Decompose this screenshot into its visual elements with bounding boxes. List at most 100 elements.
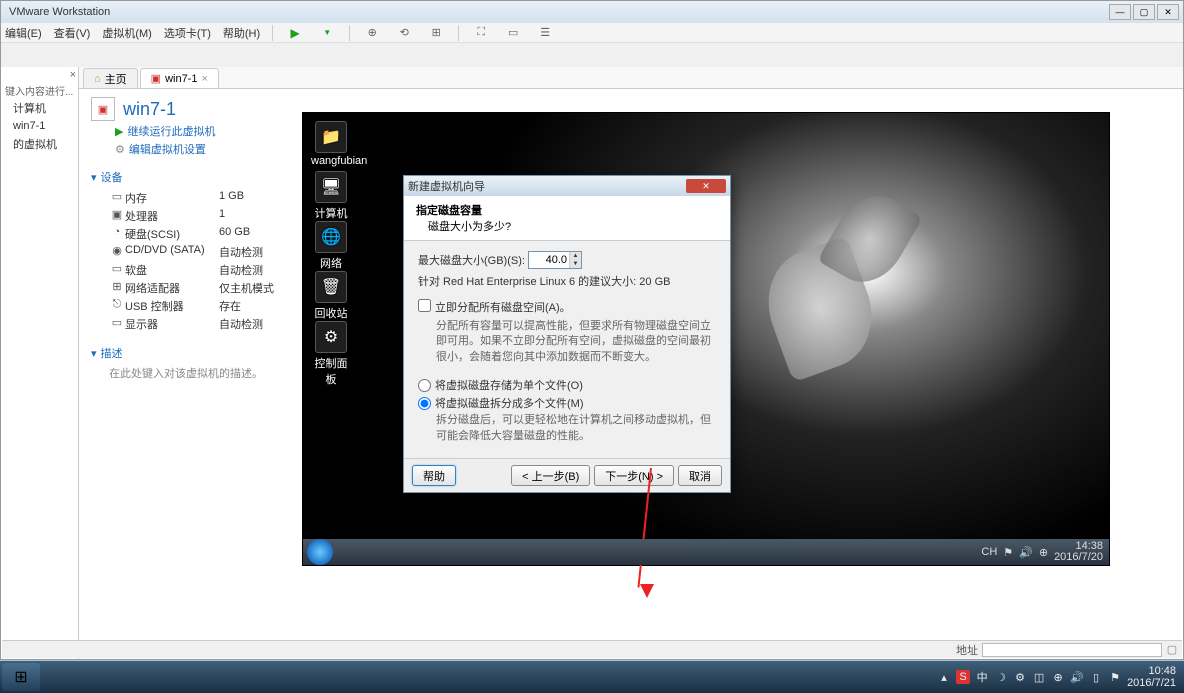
recycle-icon: 🗑 [315, 271, 347, 303]
floppy-icon: ▭ [109, 262, 125, 278]
wizard-heading: 指定磁盘容量 [416, 202, 718, 218]
tray-ime-icon[interactable]: S [956, 670, 970, 684]
control-panel-icon: ⚙ [315, 321, 347, 353]
back-button[interactable]: < 上一步(B) [511, 465, 590, 486]
tab-label: 主页 [105, 71, 127, 87]
fullscreen-button[interactable]: ⛶ [471, 23, 491, 43]
vm-cube-icon: ▣ [91, 97, 115, 121]
menu-vm[interactable]: 虚拟机(M) [102, 25, 152, 41]
host-tray: ▴ S 中 ☽ ⚙ ◫ ⊕ 🔊 ▯ ⚑ 10:48 2016/7/21 [937, 665, 1184, 689]
tree-item-shared[interactable]: 的虚拟机 [5, 134, 74, 154]
tab-strip: ⌂ 主页 ▣ win7-1 × [79, 67, 1183, 89]
network-icon: ⊞ [109, 280, 125, 296]
cancel-button[interactable]: 取消 [678, 465, 722, 486]
tray-gear-icon[interactable]: ⚙ [1013, 670, 1027, 684]
guest-tray-net-icon[interactable]: ⊕ [1039, 546, 1048, 559]
tray-lang-icon[interactable]: 中 [975, 670, 989, 684]
dropdown-icon[interactable]: ▼ [317, 23, 337, 43]
guest-tray-flag-icon[interactable]: ⚑ [1003, 546, 1013, 559]
store-multi-radio[interactable]: 将虚拟磁盘拆分成多个文件(M) [418, 395, 716, 411]
tray-flag-icon[interactable]: ⚑ [1108, 670, 1122, 684]
wizard-close-button[interactable]: ✕ [686, 179, 726, 193]
tab-close-icon[interactable]: × [201, 73, 207, 85]
spinner-arrows: ▲ ▼ [569, 252, 581, 268]
vm-name: win7-1 [123, 99, 176, 120]
tree-item-computer[interactable]: 计算机 [5, 98, 74, 118]
desktop-icon-recycle[interactable]: 🗑回收站 [311, 271, 351, 321]
disk-size-label: 最大磁盘大小(GB)(S): [418, 252, 528, 268]
revert-button[interactable]: ⟲ [394, 23, 414, 43]
host-clock[interactable]: 10:48 2016/7/21 [1127, 665, 1176, 689]
maximize-panel-icon[interactable]: ▢ [1162, 643, 1182, 656]
tab-home[interactable]: ⌂ 主页 [83, 68, 138, 88]
sidebar-search-hint[interactable]: 键入内容进行... [5, 83, 74, 98]
guest-taskbar[interactable]: CH ⚑ 🔊 ⊕ 14:38 2016/7/20 [303, 539, 1109, 565]
unity-button[interactable]: ▭ [503, 23, 523, 43]
menu-view[interactable]: 查看(V) [54, 25, 91, 41]
sidebar-close-icon[interactable]: × [70, 69, 76, 81]
desktop-icon-computer[interactable]: 🖥计算机 [311, 171, 351, 221]
status-bar: 地址 ▢ [2, 640, 1182, 658]
close-button[interactable]: ✕ [1157, 4, 1179, 20]
menu-tabs[interactable]: 选项卡(T) [164, 25, 211, 41]
wizard-titlebar[interactable]: 新建虚拟机向导 ✕ [404, 176, 730, 196]
desktop-icon-folder[interactable]: 📁wangfubian [311, 121, 351, 167]
next-button[interactable]: 下一步(N) > [594, 465, 674, 486]
address-input[interactable] [982, 643, 1162, 657]
checkbox-input[interactable] [418, 299, 431, 312]
store-single-radio[interactable]: 将虚拟磁盘存储为单个文件(O) [418, 377, 716, 393]
menu-help[interactable]: 帮助(H) [223, 25, 260, 41]
tab-win7[interactable]: ▣ win7-1 × [140, 68, 219, 88]
minimize-button[interactable]: — [1109, 4, 1131, 20]
help-button[interactable]: 帮助 [412, 465, 456, 486]
tray-moon-icon[interactable]: ☽ [994, 670, 1008, 684]
disk-size-spinner[interactable]: ▲ ▼ [528, 251, 582, 269]
separator [458, 25, 459, 41]
tray-net-icon[interactable]: ⊕ [1051, 670, 1065, 684]
desktop-icon-network[interactable]: 🌐网络 [311, 221, 351, 271]
spinner-down-icon[interactable]: ▼ [569, 260, 581, 268]
tray-battery-icon[interactable]: ▯ [1089, 670, 1103, 684]
wizard-body: 最大磁盘大小(GB)(S): ▲ ▼ 针对 Red Hat Enterprise… [404, 241, 730, 466]
disk-size-row: 最大磁盘大小(GB)(S): ▲ ▼ [418, 251, 716, 269]
home-icon: ⌂ [94, 73, 101, 85]
radio-input[interactable] [418, 397, 431, 410]
allocate-now-checkbox[interactable]: 立即分配所有磁盘空间(A)。 [418, 299, 716, 315]
guest-start-button[interactable] [307, 539, 333, 565]
guest-tray-volume-icon[interactable]: 🔊 [1019, 546, 1033, 559]
cpu-icon: ▣ [109, 208, 125, 224]
desktop-icon-control[interactable]: ⚙控制面板 [311, 321, 351, 387]
vm-icon: ▣ [151, 72, 161, 85]
allocate-note: 分配所有容量可以提高性能，但要求所有物理磁盘空间立即可用。如果不立即分配所有空间… [418, 319, 716, 365]
disk-size-input[interactable] [529, 254, 569, 266]
library-button[interactable]: ☰ [535, 23, 555, 43]
split-note: 拆分磁盘后，可以更轻松地在计算机之间移动虚拟机，但可能会降低大容量磁盘的性能。 [418, 413, 716, 444]
snapshot-button[interactable]: ⊕ [362, 23, 382, 43]
tray-volume-icon[interactable]: 🔊 [1070, 670, 1084, 684]
usb-icon: ⎋ [109, 298, 125, 314]
collapse-icon: ▾ [91, 171, 97, 184]
wizard-header: 指定磁盘容量 磁盘大小为多少? [404, 196, 730, 241]
radio-input[interactable] [418, 379, 431, 392]
menubar: 编辑(E) 查看(V) 虚拟机(M) 选项卡(T) 帮助(H) ▶ ▼ ⊕ ⟲ … [1, 23, 1183, 43]
tray-chevron-icon[interactable]: ▴ [937, 670, 951, 684]
menu-edit[interactable]: 编辑(E) [5, 25, 42, 41]
guest-tray: CH ⚑ 🔊 ⊕ 14:38 2016/7/20 [981, 541, 1109, 563]
folder-icon: 📁 [315, 121, 347, 153]
computer-icon: 🖥 [315, 171, 347, 203]
separator [349, 25, 350, 41]
host-start-button[interactable]: ⊞ [2, 663, 40, 691]
guest-clock[interactable]: 14:38 2016/7/20 [1054, 541, 1103, 563]
collapse-icon: ▾ [91, 347, 97, 360]
network-icon: 🌐 [315, 221, 347, 253]
manage-button[interactable]: ⊞ [426, 23, 446, 43]
tree-item-win7[interactable]: win7-1 [5, 118, 74, 134]
play-icon: ▶ [115, 125, 123, 138]
guest-tray-lang[interactable]: CH [981, 546, 997, 558]
guest-screen[interactable]: 📁wangfubian 🖥计算机 🌐网络 🗑回收站 ⚙控制面板 新建虚拟机向导 … [302, 112, 1110, 566]
tray-display-icon[interactable]: ◫ [1032, 670, 1046, 684]
maximize-button[interactable]: ▢ [1133, 4, 1155, 20]
play-button[interactable]: ▶ [285, 23, 305, 43]
spinner-up-icon[interactable]: ▲ [569, 252, 581, 260]
host-taskbar[interactable]: ⊞ ▴ S 中 ☽ ⚙ ◫ ⊕ 🔊 ▯ ⚑ 10:48 2016/7/21 [0, 661, 1184, 693]
